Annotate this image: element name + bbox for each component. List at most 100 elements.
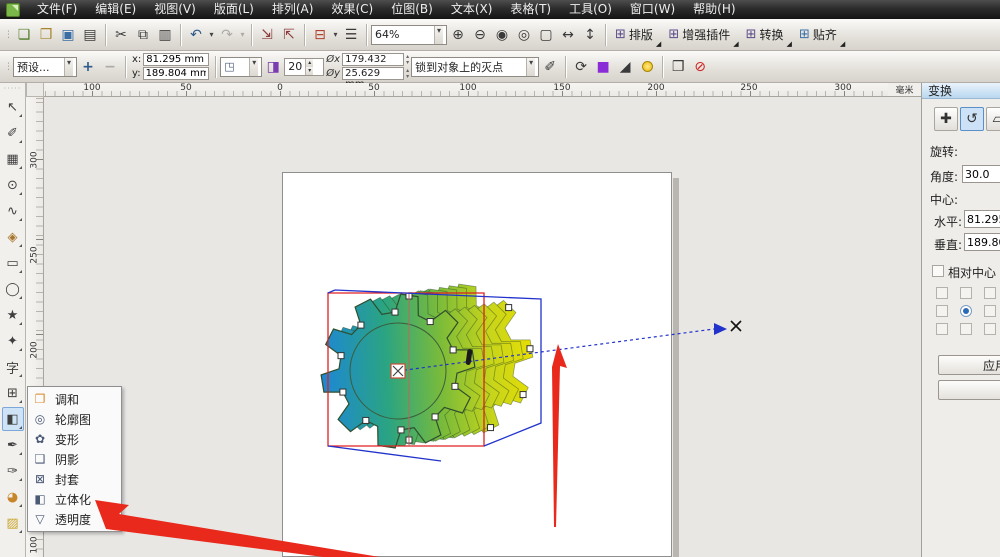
add-preset-button[interactable]: + xyxy=(77,56,99,78)
apply-button[interactable]: 应用 xyxy=(938,380,1000,400)
freehand-tool[interactable]: ∿ xyxy=(2,199,24,223)
table-tool[interactable]: ⊞ xyxy=(2,381,24,405)
extrude-rotation-button[interactable]: ⟳ xyxy=(570,56,592,78)
extrude-tool[interactable]: ◧ xyxy=(1,407,24,431)
zoom-all-objects-button[interactable]: ◎ xyxy=(513,24,535,46)
import-button[interactable]: ⇲ xyxy=(256,24,278,46)
paste-button[interactable]: ▥ xyxy=(154,24,176,46)
anchor-middle-left[interactable] xyxy=(936,305,948,317)
anchor-middle-right[interactable] xyxy=(984,305,996,317)
horizontal-ruler[interactable]: 100 50 0 50 100 150 200 250 300 xyxy=(44,83,888,97)
flyout-item-contour[interactable]: ◎ 轮廓图 xyxy=(28,409,121,429)
relative-center-checkbox[interactable] xyxy=(932,265,944,277)
anchor-top-center[interactable] xyxy=(960,287,972,299)
menu-tools[interactable]: 工具(O) xyxy=(560,0,621,19)
vp-y-field[interactable]: 25.629 mm xyxy=(342,67,405,90)
pick-tool[interactable]: ↖ xyxy=(2,95,24,119)
vp-x-spin[interactable]: ▴ ▾ xyxy=(406,53,409,66)
new-document-button[interactable]: ❏ xyxy=(13,24,35,46)
zoom-page-width-button[interactable]: ↔ xyxy=(557,24,579,46)
zoom-out-button[interactable]: ⊖ xyxy=(469,24,491,46)
flyout-item-transparency[interactable]: ▽ 透明度 xyxy=(28,509,121,529)
transform-scale-tab[interactable]: ▱ xyxy=(986,107,1000,131)
menu-help[interactable]: 帮助(H) xyxy=(684,0,744,19)
layout-toolbar-button[interactable]: ⊞ 排版 xyxy=(610,23,658,47)
fullscreen-preview-button[interactable]: ☰ xyxy=(340,24,362,46)
copy-extrude-properties-button[interactable]: ❒ xyxy=(667,56,689,78)
spin-up-icon[interactable]: ▴ xyxy=(306,58,314,67)
x-position-field[interactable] xyxy=(143,53,210,66)
zoom-selected-button[interactable]: ◉ xyxy=(491,24,513,46)
extrusion-color-button[interactable]: ■ xyxy=(592,56,614,78)
launcher-dropdown-caret-icon[interactable]: ▾ xyxy=(331,30,340,39)
toolbox-drag-handle[interactable]: ····· xyxy=(4,85,22,93)
outline-pen-tool[interactable]: ✑ xyxy=(2,459,24,483)
transform-position-tab[interactable]: ✚ xyxy=(934,107,958,131)
flyout-item-drop-shadow[interactable]: ❑ 阴影 xyxy=(28,449,121,469)
transform-rotate-tab[interactable]: ↺ xyxy=(960,107,984,131)
y-position-field[interactable] xyxy=(142,67,209,80)
anchor-bottom-center[interactable] xyxy=(960,323,972,335)
export-button[interactable]: ⇱ xyxy=(278,24,300,46)
zoom-page-height-button[interactable]: ↕ xyxy=(579,24,601,46)
shape-tool[interactable]: ✐ xyxy=(2,121,24,145)
toolbar-drag-handle[interactable]: ⋮⋮ xyxy=(4,62,9,72)
anchor-bottom-right[interactable] xyxy=(984,323,996,335)
snap-toolbar-button[interactable]: ⊞ 贴齐 xyxy=(794,23,842,47)
zoom-tool[interactable]: ⊙ xyxy=(2,173,24,197)
vp-copy-button[interactable]: ✐ xyxy=(539,56,561,78)
polygon-tool[interactable]: ★ xyxy=(2,303,24,327)
lighting-button[interactable] xyxy=(636,56,658,78)
plugins-toolbar-button[interactable]: ⊞ 增强插件 xyxy=(663,23,735,47)
application-launcher-button[interactable]: ⊟ xyxy=(309,24,331,46)
redo-button[interactable]: ↷ xyxy=(216,24,238,46)
anchor-center[interactable] xyxy=(960,305,972,317)
extrusion-type-dropdown[interactable]: ◳ ▾ xyxy=(220,56,263,77)
remove-preset-button[interactable]: − xyxy=(99,56,121,78)
undo-button[interactable]: ↶ xyxy=(185,24,207,46)
angle-field[interactable] xyxy=(962,165,1000,183)
menu-layout[interactable]: 版面(L) xyxy=(205,0,263,19)
anchor-bottom-left[interactable] xyxy=(936,323,948,335)
zoom-level-combo[interactable]: 64% ▾ xyxy=(371,24,447,45)
zoom-in-button[interactable]: ⊕ xyxy=(447,24,469,46)
menu-view[interactable]: 视图(V) xyxy=(145,0,205,19)
menu-text[interactable]: 文本(X) xyxy=(442,0,502,19)
fill-tool[interactable]: ◕ xyxy=(2,485,24,509)
eyedropper-tool[interactable]: ✒ xyxy=(2,433,24,457)
drawing-canvas[interactable] xyxy=(44,97,921,557)
text-tool[interactable]: 字 xyxy=(2,355,24,379)
zoom-page-button[interactable]: ▢ xyxy=(535,24,557,46)
vp-x-field[interactable]: 179.432 mm xyxy=(342,53,405,76)
clear-extrude-button[interactable]: ⊘ xyxy=(689,56,711,78)
horizontal-field[interactable] xyxy=(964,210,1000,228)
spin-down-icon[interactable]: ▾ xyxy=(306,66,314,75)
convert-toolbar-button[interactable]: ⊞ 转换 xyxy=(741,23,789,47)
flyout-item-blend[interactable]: ❐ 调和 xyxy=(28,389,121,409)
copy-button[interactable]: ⧉ xyxy=(132,24,154,46)
print-button[interactable]: ▤ xyxy=(79,24,101,46)
flyout-item-extrude[interactable]: ◧ 立体化 xyxy=(28,489,121,509)
apply-to-duplicate-button[interactable]: 应用到再制 xyxy=(938,355,1000,375)
anchor-top-left[interactable] xyxy=(936,287,948,299)
save-document-button[interactable]: ▣ xyxy=(57,24,79,46)
vp-y-spin[interactable]: ▴ ▾ xyxy=(406,67,409,80)
interactive-fill-tool[interactable]: ▨ xyxy=(2,511,24,535)
ellipse-tool[interactable]: ◯ xyxy=(2,277,24,301)
bevel-button[interactable]: ◢ xyxy=(614,56,636,78)
smart-fill-tool[interactable]: ◈ xyxy=(2,225,24,249)
depth-spin-arrows[interactable]: ▴ ▾ xyxy=(305,58,314,75)
menu-effects[interactable]: 效果(C) xyxy=(322,0,382,19)
flyout-item-envelope[interactable]: ⊠ 封套 xyxy=(28,469,121,489)
anchor-top-right[interactable] xyxy=(984,287,996,299)
menu-edit[interactable]: 编辑(E) xyxy=(86,0,145,19)
preset-dropdown[interactable]: 预设... ▾ xyxy=(13,56,77,77)
menu-table[interactable]: 表格(T) xyxy=(501,0,560,19)
open-document-button[interactable]: ❒ xyxy=(35,24,57,46)
toolbar-drag-handle[interactable]: ⋮⋮ xyxy=(4,30,9,40)
basic-shapes-tool[interactable]: ✦ xyxy=(2,329,24,353)
flyout-item-distort[interactable]: ✿ 变形 xyxy=(28,429,121,449)
redo-dropdown-caret-icon[interactable]: ▾ xyxy=(238,30,247,39)
vertical-field[interactable] xyxy=(964,233,1000,251)
rectangle-tool[interactable]: ▭ xyxy=(2,251,24,275)
